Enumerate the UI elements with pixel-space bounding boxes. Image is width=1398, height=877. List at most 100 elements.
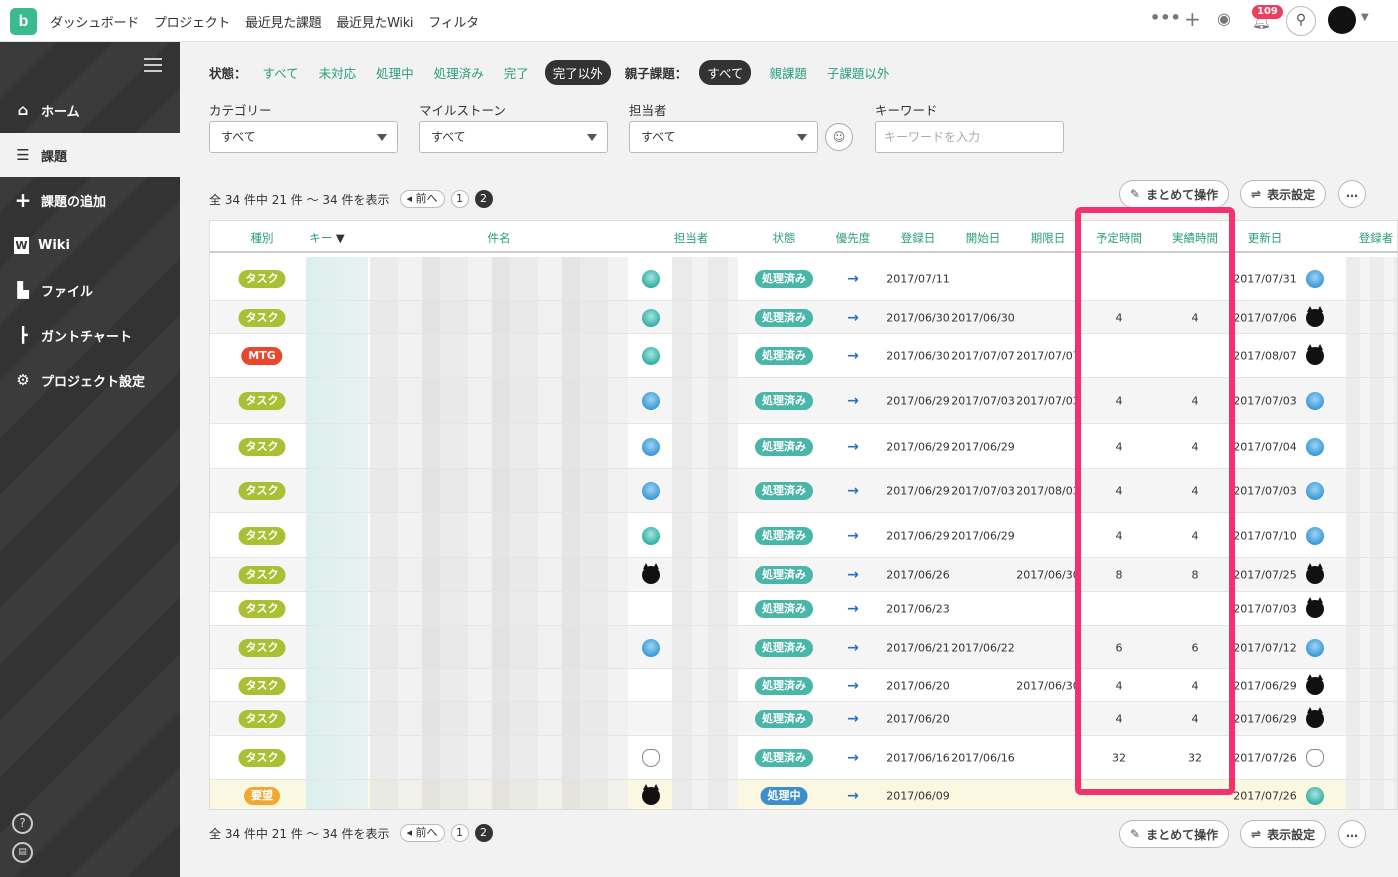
sidebar-item-wiki[interactable]: W Wiki [0, 223, 180, 267]
issue-summary-redacted[interactable] [370, 736, 628, 779]
col-type[interactable]: 種別 [251, 230, 274, 246]
sidebar-item-add-issue[interactable]: + 課題の追加 [0, 178, 180, 222]
issue-summary-redacted[interactable] [370, 592, 628, 625]
keyword-input[interactable] [875, 121, 1064, 153]
assign-myself-icon[interactable]: ☺ [825, 123, 853, 151]
search-icon[interactable]: ⚲ [1286, 6, 1316, 36]
nav-dashboard[interactable]: ダッシュボード [50, 12, 139, 31]
issue-key-redacted[interactable] [306, 780, 368, 809]
table-row[interactable]: 要望 処理中 → 2017/06/09 2017/07/26 [210, 780, 1397, 809]
category-select[interactable]: すべて [209, 121, 398, 153]
issue-summary-redacted[interactable] [370, 513, 628, 557]
table-row[interactable]: タスク 処理済み → 2017/07/11 2017/07/31 [210, 257, 1397, 301]
bulk-edit-button[interactable]: ✎ まとめて操作 [1119, 180, 1230, 208]
parent-only[interactable]: 親課題 [765, 61, 811, 84]
issue-summary-redacted[interactable] [370, 301, 628, 333]
prev-page-button[interactable]: ◂ 前へ [399, 824, 445, 842]
table-row[interactable]: タスク 処理済み → 2017/06/20 4 4 2017/06/29 [210, 702, 1397, 736]
table-row[interactable]: タスク 処理済み → 2017/06/20 2017/06/30 4 4 2017/06/29 [210, 669, 1397, 702]
add-icon[interactable]: + [1184, 7, 1201, 31]
col-assignee[interactable]: 担当者 [674, 230, 709, 246]
table-row[interactable]: タスク 処理済み → 2017/06/30 2017/06/30 4 4 2017/07/06 [210, 301, 1397, 334]
issue-key-redacted[interactable] [306, 469, 368, 512]
more-options-button[interactable]: … [1338, 180, 1366, 208]
issue-key-redacted[interactable] [306, 513, 368, 557]
sidebar-item-project-settings[interactable]: ⚙ プロジェクト設定 [0, 358, 180, 402]
prev-page-button[interactable]: ◂ 前へ [399, 190, 445, 208]
status-resolved[interactable]: 処理済み [430, 61, 488, 84]
exclude-child[interactable]: 子課題以外 [823, 61, 894, 84]
nav-recent-wiki[interactable]: 最近見たWiki [336, 12, 413, 31]
table-row[interactable]: タスク 処理済み → 2017/06/26 2017/06/30 8 8 2017/07/25 [210, 558, 1397, 592]
table-row[interactable]: タスク 処理済み → 2017/06/29 2017/06/29 4 4 2017/07/10 [210, 513, 1397, 558]
issue-key-redacted[interactable] [306, 334, 368, 377]
page-2-button[interactable]: 2 [474, 824, 493, 842]
status-not-closed[interactable]: 完了以外 [544, 60, 611, 85]
issue-summary-redacted[interactable] [370, 424, 628, 468]
issue-key-redacted[interactable] [306, 736, 368, 779]
col-actual-hours[interactable]: 実績時間 [1172, 230, 1218, 246]
display-settings-button[interactable]: ⇌ 表示設定 [1240, 180, 1327, 208]
status-closed[interactable]: 完了 [500, 61, 533, 84]
more-icon[interactable]: ••• [1150, 8, 1181, 27]
chat-icon[interactable]: ▤ [12, 842, 33, 863]
col-creator[interactable]: 登録者 [1359, 230, 1394, 246]
page-1-button[interactable]: 1 [450, 824, 469, 842]
issue-summary-redacted[interactable] [370, 334, 628, 377]
issue-key-redacted[interactable] [306, 378, 368, 423]
bulk-edit-button[interactable]: ✎ まとめて操作 [1119, 820, 1230, 848]
issue-key-redacted[interactable] [306, 301, 368, 333]
issue-summary-redacted[interactable] [370, 780, 628, 809]
watch-eye-icon[interactable]: ◉ [1217, 9, 1231, 28]
col-start[interactable]: 開始日 [966, 230, 1001, 246]
menu-toggle-icon[interactable] [144, 58, 162, 72]
table-row[interactable]: タスク 処理済み → 2017/06/21 2017/06/22 6 6 2017/07/12 [210, 626, 1397, 669]
more-options-button[interactable]: … [1338, 820, 1366, 848]
assignee-select[interactable]: すべて [629, 121, 818, 153]
table-row[interactable]: タスク 処理済み → 2017/06/29 2017/06/29 4 4 2017/07/04 [210, 424, 1397, 469]
table-row[interactable]: タスク 処理済み → 2017/06/29 2017/07/03 2017/07/03 4 4… [210, 378, 1397, 424]
col-priority[interactable]: 優先度 [836, 230, 871, 246]
nav-filter[interactable]: フィルタ [428, 12, 479, 31]
col-estimated-hours[interactable]: 予定時間 [1096, 230, 1142, 246]
issue-summary-redacted[interactable] [370, 378, 628, 423]
issue-key-redacted[interactable] [306, 257, 368, 300]
issue-key-redacted[interactable] [306, 424, 368, 468]
issue-summary-redacted[interactable] [370, 257, 628, 300]
page-1-button[interactable]: 1 [450, 190, 469, 208]
sidebar-item-gantt[interactable]: ┣ ガントチャート [0, 313, 180, 357]
issue-key-redacted[interactable] [306, 702, 368, 735]
issue-summary-redacted[interactable] [370, 558, 628, 591]
col-due[interactable]: 期限日 [1031, 230, 1066, 246]
sidebar-item-home[interactable]: ⌂ ホーム [0, 88, 180, 132]
col-summary[interactable]: 件名 [488, 230, 511, 246]
display-settings-button[interactable]: ⇌ 表示設定 [1240, 820, 1327, 848]
issue-summary-redacted[interactable] [370, 469, 628, 512]
table-row[interactable]: タスク 処理済み → 2017/06/16 2017/06/16 32 32 2017/07/… [210, 736, 1397, 780]
col-updated[interactable]: 更新日 [1248, 230, 1283, 246]
issue-summary-redacted[interactable] [370, 669, 628, 701]
table-row[interactable]: MTG 処理済み → 2017/06/30 2017/07/07 2017/07/07 20… [210, 334, 1397, 378]
issue-key-redacted[interactable] [306, 592, 368, 625]
parent-all[interactable]: すべて [699, 60, 752, 85]
status-open[interactable]: 未対応 [315, 61, 361, 84]
issue-key-redacted[interactable] [306, 669, 368, 701]
sidebar-item-files[interactable]: ▙ ファイル [0, 268, 180, 312]
issue-key-redacted[interactable] [306, 626, 368, 668]
table-row[interactable]: タスク 処理済み → 2017/06/29 2017/07/03 2017/08/03 4 4… [210, 469, 1397, 513]
status-in-progress[interactable]: 処理中 [372, 61, 418, 84]
table-row[interactable]: タスク 処理済み → 2017/06/23 2017/07/03 [210, 592, 1397, 626]
sidebar-item-issues[interactable]: ☰ 課題 [0, 133, 180, 177]
page-2-button[interactable]: 2 [474, 190, 493, 208]
user-avatar[interactable] [1328, 6, 1356, 34]
col-key[interactable]: キー ▼ [309, 230, 345, 246]
issue-summary-redacted[interactable] [370, 626, 628, 668]
chevron-down-icon[interactable]: ▼ [1361, 12, 1369, 23]
nav-recent-issues[interactable]: 最近見た課題 [245, 12, 322, 31]
backlog-logo[interactable]: b [10, 8, 37, 35]
status-all[interactable]: すべて [259, 61, 303, 84]
nav-projects[interactable]: プロジェクト [154, 12, 231, 31]
col-status[interactable]: 状態 [773, 230, 796, 246]
milestone-select[interactable]: すべて [419, 121, 608, 153]
issue-summary-redacted[interactable] [370, 702, 628, 735]
